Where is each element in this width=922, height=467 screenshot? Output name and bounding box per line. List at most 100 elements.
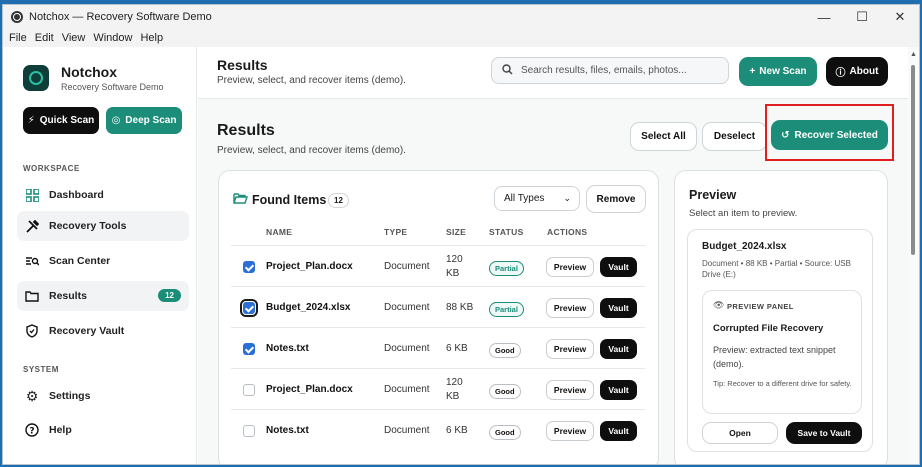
row-checkbox[interactable]	[243, 343, 255, 355]
preview-button[interactable]: Preview	[546, 380, 594, 400]
app-window: Notchox — Recovery Software Demo — ☐ ✕ F…	[2, 4, 920, 465]
new-scan-button[interactable]: + New Scan	[739, 57, 817, 86]
folder-open-icon	[233, 192, 248, 207]
status-badge: Good	[489, 343, 521, 358]
sidebar-item-recovery-vault[interactable]: Recovery Vault	[17, 316, 189, 346]
menu-help[interactable]: Help	[140, 32, 163, 44]
menu-view[interactable]: View	[62, 32, 86, 44]
quick-scan-button[interactable]: ⚡ Quick Scan	[23, 107, 99, 134]
column-header-type: TYPE	[384, 227, 408, 237]
title-bar: Notchox — Recovery Software Demo — ☐ ✕	[3, 5, 919, 29]
new-scan-label: New Scan	[759, 66, 807, 77]
eye-icon: 👁	[713, 300, 725, 310]
scroll-up-arrow-icon[interactable]: ▲	[908, 51, 919, 58]
file-size: 6 KB	[446, 425, 468, 436]
file-type: Document	[384, 261, 430, 272]
sidebar-item-results[interactable]: Results 12	[17, 281, 189, 311]
file-type: Document	[384, 384, 430, 395]
row-checkbox[interactable]	[243, 384, 255, 396]
info-icon: ⓘ	[835, 68, 846, 79]
table-row: Project_Plan.docx Document 120 KB Good P…	[231, 368, 645, 409]
status-badge: Good	[489, 384, 521, 399]
sidebar-item-label: Settings	[49, 390, 91, 402]
window-title: Notchox — Recovery Software Demo	[29, 11, 212, 23]
sidebar-item-label: Recovery Tools	[49, 220, 127, 232]
brand: Notchox Recovery Software Demo	[23, 64, 164, 92]
column-header-name: NAME	[266, 227, 293, 237]
chevron-down-icon: ⌄	[563, 193, 571, 203]
remove-button[interactable]: Remove	[586, 185, 646, 213]
sidebar-item-settings[interactable]: ⚙ Settings	[17, 381, 189, 411]
brand-name: Notchox	[61, 64, 117, 80]
sidebar-item-dashboard[interactable]: Dashboard	[17, 180, 189, 210]
status-badge: Good	[489, 425, 521, 440]
results-count-badge: 12	[158, 289, 181, 302]
sidebar-item-recovery-tools[interactable]: Recovery Tools	[17, 211, 189, 241]
menu-bar: File Edit View Window Help	[3, 29, 919, 47]
plus-icon: +	[749, 66, 756, 77]
gear-icon: ⚙	[25, 387, 39, 404]
menu-window[interactable]: Window	[93, 32, 132, 44]
vault-button[interactable]: Vault	[600, 421, 637, 441]
topbar-subtitle: Preview, select, and recover items (demo…	[217, 75, 406, 86]
menu-edit[interactable]: Edit	[35, 32, 54, 44]
scroll-thumb[interactable]	[911, 65, 915, 255]
status-badge: Partial	[489, 261, 524, 276]
found-items-card: Found Items 12 All Types ⌄ Remove NAME T…	[218, 170, 659, 464]
highlight-box	[765, 104, 894, 161]
maximize-button[interactable]: ☐	[843, 5, 881, 29]
file-size: 88 KB	[446, 302, 474, 313]
system-label: SYSTEM	[23, 365, 59, 374]
help-icon: ?	[23, 423, 41, 437]
preview-button[interactable]: Preview	[546, 257, 594, 277]
minimize-button[interactable]: —	[805, 5, 843, 29]
preview-subtitle: Select an item to preview.	[689, 208, 798, 219]
file-type: Document	[384, 343, 430, 354]
vault-button[interactable]: Vault	[600, 339, 637, 359]
save-to-vault-button[interactable]: Save to Vault	[786, 422, 862, 444]
about-label: About	[849, 66, 879, 77]
app-icon	[11, 11, 23, 23]
row-checkbox[interactable]	[243, 261, 255, 273]
vault-button[interactable]: Vault	[600, 298, 637, 318]
about-button[interactable]: ⓘ About	[826, 57, 888, 86]
vault-button[interactable]: Vault	[600, 380, 637, 400]
open-button[interactable]: Open	[702, 422, 778, 444]
type-filter-select[interactable]: All Types ⌄	[494, 186, 580, 211]
preview-panel-tip: Tip: Recover to a different drive for sa…	[713, 379, 852, 388]
search-icon	[502, 63, 513, 78]
file-name: Notes.txt	[266, 343, 309, 354]
file-size: 120	[446, 254, 463, 265]
found-items-title: Found Items	[252, 193, 327, 207]
topbar-title: Results	[217, 57, 268, 73]
scrollbar[interactable]: ▲	[908, 47, 919, 464]
close-button[interactable]: ✕	[881, 5, 919, 29]
preview-title: Preview	[689, 188, 737, 202]
type-filter-value: All Types	[504, 193, 545, 204]
tools-icon	[23, 219, 41, 233]
file-type: Document	[384, 302, 430, 313]
scan-center-icon	[23, 255, 41, 268]
preview-button[interactable]: Preview	[546, 298, 594, 318]
preview-button[interactable]: Preview	[546, 339, 594, 359]
sidebar-item-label: Recovery Vault	[49, 325, 125, 337]
sidebar: Notchox Recovery Software Demo ⚡ Quick S…	[3, 47, 197, 464]
deselect-button[interactable]: Deselect	[702, 122, 767, 151]
file-size: 6 KB	[446, 343, 468, 354]
row-checkbox[interactable]	[240, 299, 258, 317]
select-all-button[interactable]: Select All	[630, 122, 697, 151]
search-input[interactable]: Search results, files, emails, photos...	[491, 57, 729, 84]
preview-panel: 👁 PREVIEW PANEL Corrupted File Recovery …	[702, 290, 862, 414]
menu-file[interactable]: File	[9, 32, 27, 44]
deep-scan-button[interactable]: ◎ Deep Scan	[106, 107, 182, 134]
deep-scan-label: Deep Scan	[125, 115, 177, 126]
preview-button[interactable]: Preview	[546, 421, 594, 441]
sidebar-item-label: Dashboard	[49, 189, 104, 201]
sidebar-item-scan-center[interactable]: Scan Center	[17, 246, 189, 276]
sidebar-item-help[interactable]: ? Help	[17, 415, 189, 445]
brand-subtitle: Recovery Software Demo	[61, 82, 164, 92]
vault-button[interactable]: Vault	[600, 257, 637, 277]
table-row: Notes.txt Document 6 KB Good Preview Vau…	[231, 409, 645, 450]
page-title: Results	[217, 122, 275, 139]
row-checkbox[interactable]	[243, 425, 255, 437]
